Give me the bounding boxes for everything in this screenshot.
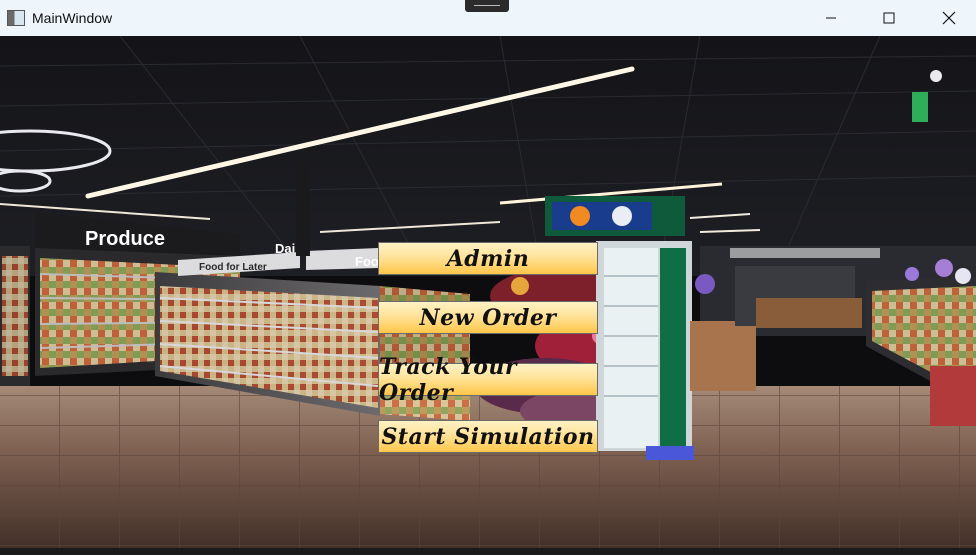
maximize-button[interactable] [866, 0, 912, 36]
app-window-icon [7, 10, 25, 26]
window-title: MainWindow [32, 10, 113, 26]
maximize-icon [883, 12, 895, 24]
snap-layout-handle[interactable] [465, 0, 509, 12]
new-order-button[interactable]: New Order [378, 301, 598, 334]
main-window: MainWindow Produce Dai Food for Later Fo… [0, 0, 976, 555]
taskbar-strip [0, 548, 976, 555]
minimize-button[interactable] [808, 0, 854, 36]
close-button[interactable] [926, 0, 972, 36]
supermarket-background-image: Produce Dai Food for Later Foo [0, 36, 976, 555]
close-icon [942, 11, 956, 25]
food-for-later-sign: Food for Later [199, 262, 267, 273]
food-sign-partial: Foo [355, 254, 379, 269]
start-simulation-button[interactable]: Start Simulation [378, 420, 598, 453]
admin-button[interactable]: Admin [378, 242, 598, 275]
minimize-icon [826, 17, 836, 19]
produce-sign: Produce [85, 228, 165, 250]
track-order-button[interactable]: Track Your Order [378, 354, 598, 406]
